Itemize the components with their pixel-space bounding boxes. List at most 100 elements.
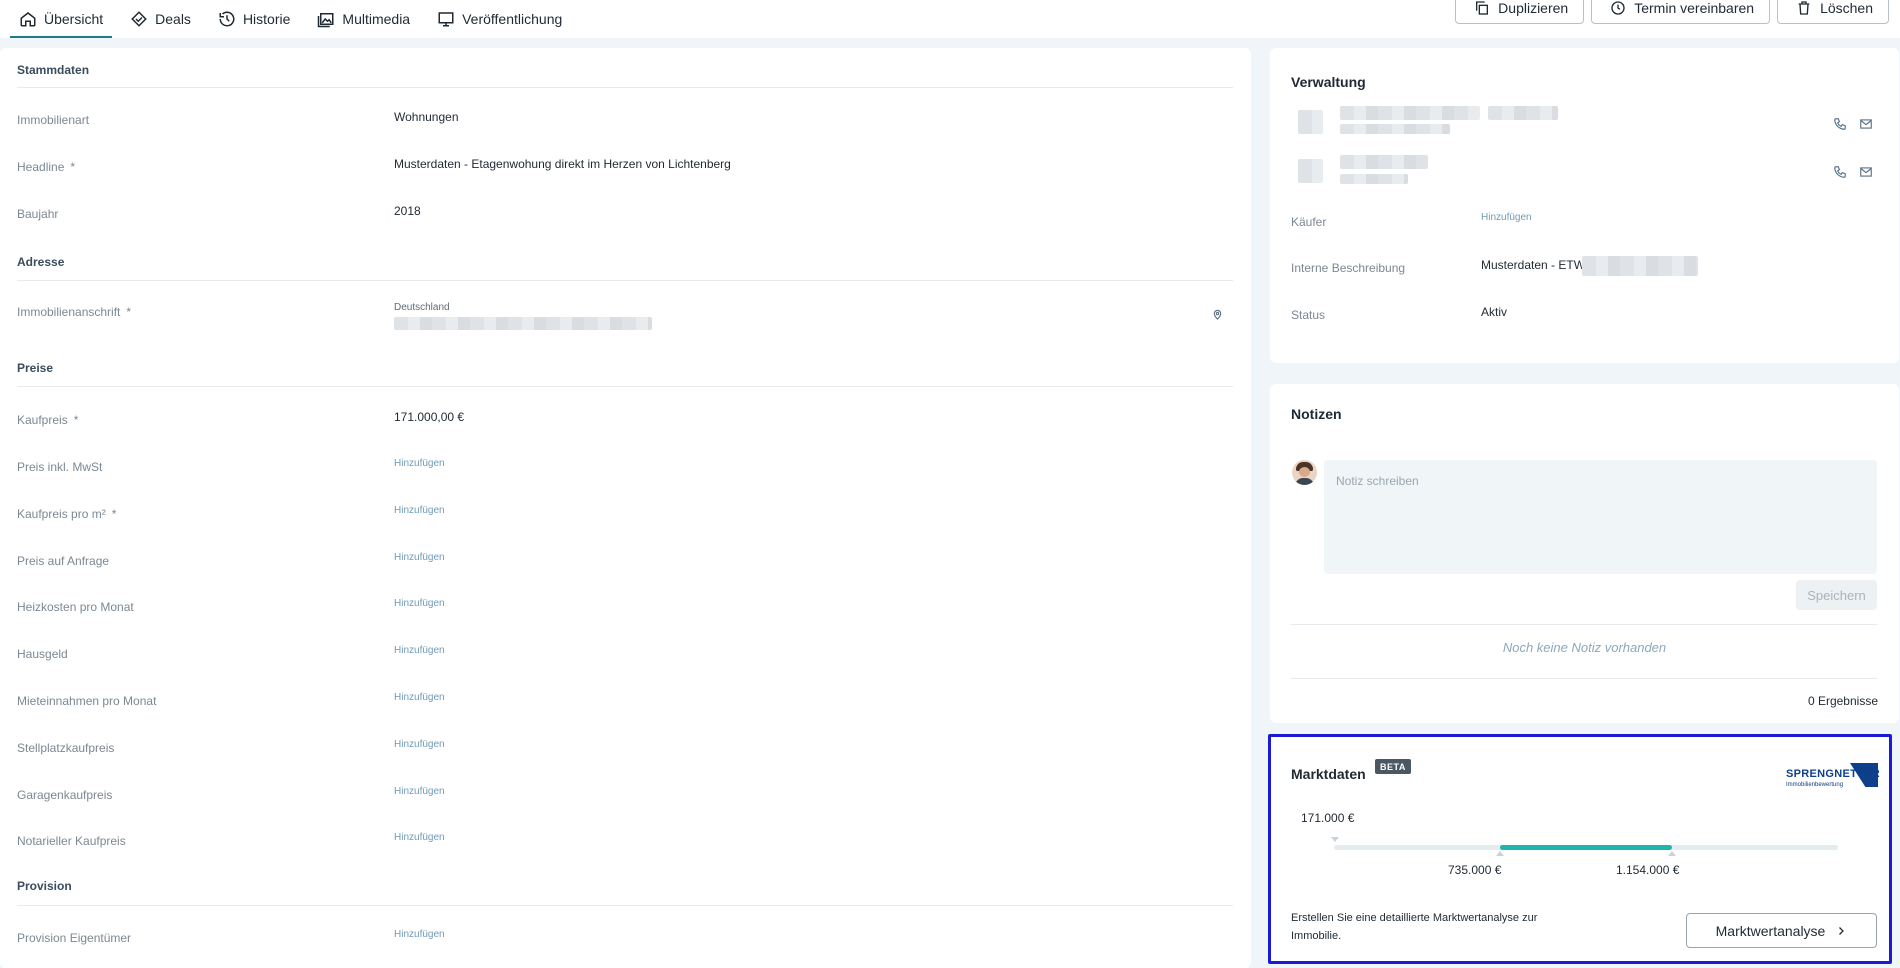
duplicate-label: Duplizieren <box>1498 0 1569 16</box>
section-provision: Provision <box>17 879 72 893</box>
clock-icon <box>1611 1 1625 15</box>
value-baujahr[interactable]: 2018 <box>394 204 421 218</box>
label-mieteinnahmen: Mieteinnahmen pro Monat <box>17 694 157 708</box>
description-redacted <box>1582 256 1698 276</box>
add-mieteinnahmen[interactable]: Hinzufügen <box>394 692 445 703</box>
gallery-icon <box>318 13 334 28</box>
save-note-button[interactable]: Speichern <box>1796 580 1877 610</box>
divider <box>17 280 1233 281</box>
note-input[interactable]: Notiz schreiben <box>1324 460 1877 574</box>
current-price-marker <box>1331 837 1339 842</box>
label-status: Status <box>1291 308 1326 322</box>
add-preis-auf-anfrage[interactable]: Hinzufügen <box>394 552 445 563</box>
phone-icon[interactable] <box>1833 165 1847 179</box>
map-pin-icon[interactable] <box>1212 308 1223 321</box>
tab-deals[interactable]: Deals <box>121 0 200 38</box>
label-provision-eigentuemer: Provision Eigentümer <box>17 931 132 945</box>
add-notarieller-kaufpreis[interactable]: Hinzufügen <box>394 832 445 843</box>
contact-name-redacted <box>1488 106 1558 120</box>
add-preis-inkl-mwst[interactable]: Hinzufügen <box>394 458 445 469</box>
label-kaufpreis: Kaufpreis * <box>17 413 79 427</box>
address-redacted <box>394 317 652 330</box>
chevron-right-icon <box>1839 926 1845 935</box>
tab-label: Multimedia <box>342 11 411 27</box>
monitor-icon <box>438 12 454 27</box>
label-baujahr: Baujahr <box>17 207 59 221</box>
tab-uebersicht[interactable]: Übersicht <box>10 0 113 38</box>
value-headline[interactable]: Musterdaten - Etagenwohung direkt im Her… <box>394 157 731 171</box>
add-hausgeld[interactable]: Hinzufügen <box>394 645 445 656</box>
value-kaufpreis[interactable]: 171.000,00 € <box>394 410 464 424</box>
divider <box>17 386 1233 387</box>
divider <box>1291 678 1877 679</box>
tab-multimedia[interactable]: Multimedia <box>308 0 419 38</box>
label-kaufpreis-pro-m2: Kaufpreis pro m² * <box>17 507 117 521</box>
tab-label: Veröffentlichung <box>462 11 563 27</box>
tab-label: Deals <box>155 11 191 27</box>
label-kaeufer: Käufer <box>1291 215 1327 229</box>
divider <box>17 905 1233 906</box>
contact-name-redacted <box>1340 106 1480 120</box>
marktwertanalyse-label: Marktwertanalyse <box>1715 922 1826 939</box>
beta-badge: BETA <box>1375 759 1411 774</box>
section-adresse: Adresse <box>17 255 65 269</box>
empty-notes-text: Noch keine Notiz vorhanden <box>1502 640 1667 655</box>
home-icon <box>20 12 36 27</box>
value-interne-beschreibung[interactable]: Musterdaten - ETW <box>1481 258 1585 272</box>
top-bar: Übersicht Deals Historie Multimedia Verö… <box>0 0 1900 38</box>
add-kaeufer[interactable]: Hinzufügen <box>1481 212 1532 223</box>
duplicate-button[interactable]: Duplizieren <box>1455 0 1585 24</box>
mail-icon[interactable] <box>1859 165 1873 179</box>
sprengnetter-logo: SPRENGNETTER Immobilienbewertung <box>1786 763 1880 793</box>
schedule-label: Termin vereinbaren <box>1634 0 1755 16</box>
label-heizkosten: Heizkosten pro Monat <box>17 600 134 614</box>
history-icon <box>219 11 235 27</box>
section-preise: Preise <box>17 361 54 375</box>
label-interne-beschreibung: Interne Beschreibung <box>1291 261 1406 275</box>
value-immobilienart[interactable]: Wohnungen <box>394 110 459 124</box>
label-garagenkaufpreis: Garagenkaufpreis <box>17 788 113 802</box>
market-range-fill <box>1500 845 1672 850</box>
value-country[interactable]: Deutschland <box>394 302 450 313</box>
marktwertanalyse-button[interactable]: Marktwertanalyse <box>1686 913 1877 948</box>
contact-detail-redacted <box>1340 124 1450 134</box>
delete-label: Löschen <box>1820 0 1873 16</box>
add-provision-eigentuemer[interactable]: Hinzufügen <box>394 929 445 940</box>
tab-bar: Übersicht Deals Historie Multimedia Verö… <box>10 0 580 38</box>
divider <box>1291 624 1877 625</box>
mail-icon[interactable] <box>1859 117 1873 131</box>
label-preis-inkl-mwst: Preis inkl. MwSt <box>17 460 103 474</box>
add-heizkosten[interactable]: Hinzufügen <box>394 598 445 609</box>
handshake-icon <box>131 11 147 27</box>
range-low-marker <box>1496 851 1505 856</box>
schedule-button[interactable]: Termin vereinbaren <box>1591 0 1771 24</box>
delete-button[interactable]: Löschen <box>1777 0 1889 24</box>
property-details-card: Stammdaten Immobilienart Wohnungen Headl… <box>0 48 1251 968</box>
verwaltung-card: Verwaltung Käufer Hinzufügen Interne Bes… <box>1270 48 1899 363</box>
market-range-bar <box>1334 845 1838 850</box>
result-count: 0 Ergebnisse <box>1807 694 1878 708</box>
value-status[interactable]: Aktiv <box>1481 305 1507 319</box>
range-low-value: 735.000 € <box>1448 863 1502 877</box>
marktdaten-card: Marktdaten BETA SPRENGNETTER Immobilienb… <box>1268 734 1892 964</box>
tab-historie[interactable]: Historie <box>209 0 299 38</box>
tab-label: Historie <box>242 11 291 27</box>
label-preis-auf-anfrage: Preis auf Anfrage <box>17 554 110 568</box>
contact-detail-redacted <box>1340 174 1408 184</box>
phone-icon[interactable] <box>1833 117 1847 131</box>
contact-name-redacted <box>1340 155 1428 169</box>
notizen-card: Notizen Notiz schreiben Speichern Noch k… <box>1270 384 1899 723</box>
marktdaten-title: Marktdaten <box>1291 766 1366 782</box>
label-stellplatzkaufpreis: Stellplatzkaufpreis <box>17 741 115 755</box>
label-headline: Headline * <box>17 160 76 174</box>
add-garagenkaufpreis[interactable]: Hinzufügen <box>394 786 445 797</box>
verwaltung-title: Verwaltung <box>1291 74 1366 90</box>
copy-icon <box>1476 1 1489 15</box>
divider <box>17 87 1233 88</box>
tab-veroeffentlichung[interactable]: Veröffentlichung <box>428 0 571 38</box>
action-buttons: Duplizieren Termin vereinbaren Löschen <box>1455 0 1889 24</box>
section-stammdaten: Stammdaten <box>17 63 90 77</box>
range-high-marker <box>1667 851 1676 856</box>
add-stellplatzkaufpreis[interactable]: Hinzufügen <box>394 739 445 750</box>
add-kaufpreis-pro-m2[interactable]: Hinzufügen <box>394 505 445 516</box>
